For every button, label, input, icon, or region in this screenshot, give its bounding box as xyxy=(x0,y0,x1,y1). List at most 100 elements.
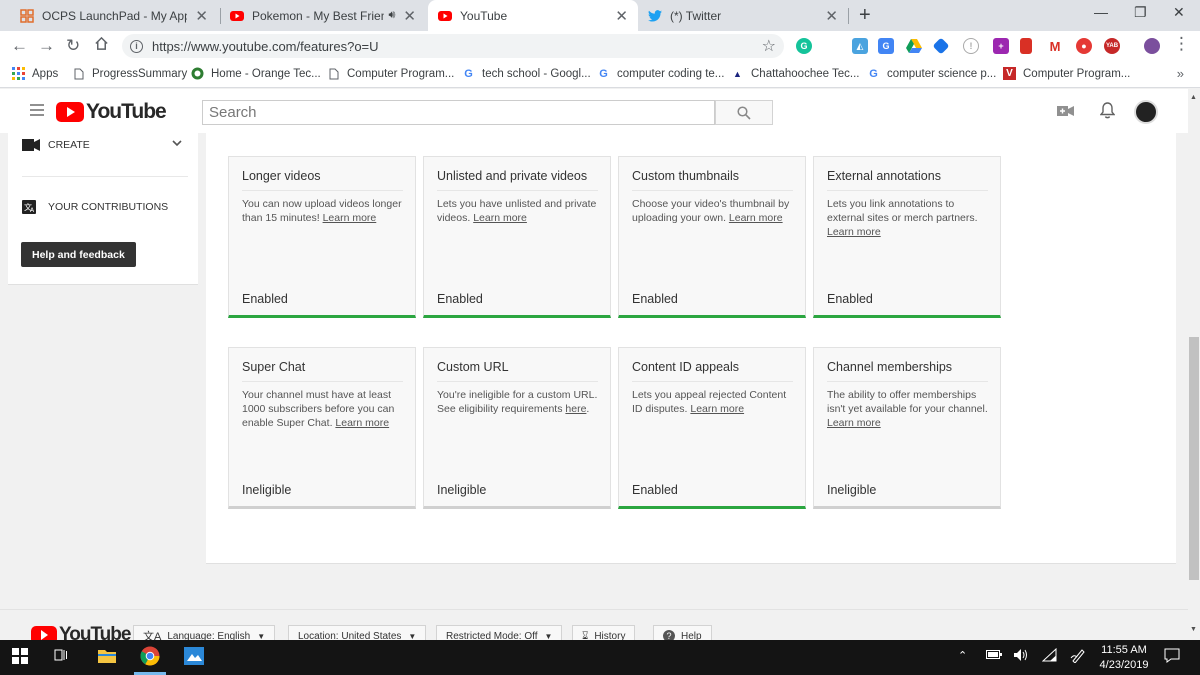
bookmark-tech-school[interactable]: G tech school - Googl... xyxy=(462,67,590,80)
guide-menu-icon[interactable] xyxy=(30,104,44,119)
youtube-logo[interactable]: YouTube xyxy=(56,100,167,124)
location-picker-button[interactable]: Location: United States ▼ xyxy=(288,625,427,640)
tab-youtube[interactable]: YouTube ✕ xyxy=(428,0,638,31)
footer-youtube-logo[interactable]: YouTube xyxy=(31,624,131,640)
learn-more-link[interactable]: Learn more xyxy=(827,226,881,238)
bookmark-home-orange-tech[interactable]: Home - Orange Tec... xyxy=(191,67,321,80)
search-button[interactable] xyxy=(715,100,773,125)
wifi-icon[interactable] xyxy=(1042,648,1058,662)
chevron-down-icon[interactable] xyxy=(172,139,182,150)
youtube-favicon-icon xyxy=(230,9,244,23)
tab-pokemon[interactable]: Pokemon - My Best Friends ( 🔊︎ ✕ xyxy=(220,0,426,31)
site-info-icon[interactable]: i xyxy=(130,39,143,53)
sidebar-item-create[interactable]: CREATE xyxy=(22,139,90,151)
action-center-icon[interactable] xyxy=(1164,648,1180,663)
minimize-icon[interactable]: — xyxy=(1094,4,1108,20)
new-tab-button[interactable]: + xyxy=(859,4,871,27)
bookmark-computer-coding[interactable]: G computer coding te... xyxy=(597,67,724,80)
file-explorer-icon[interactable] xyxy=(98,648,116,663)
extension-icon[interactable]: + xyxy=(993,38,1009,54)
menu-kebab-icon[interactable]: ⋮ xyxy=(1173,34,1190,54)
learn-more-link[interactable]: Learn more xyxy=(323,212,377,224)
extension-icon[interactable]: ◭ xyxy=(852,38,868,54)
feature-description: Lets you appeal rejected Content ID disp… xyxy=(632,388,798,416)
help-and-feedback-button[interactable]: Help and feedback xyxy=(21,242,136,267)
page-scrollbar[interactable]: ▲ ▼ xyxy=(1188,89,1200,639)
home-icon[interactable] xyxy=(94,36,109,56)
task-view-icon[interactable] xyxy=(54,648,68,662)
profile-avatar-icon[interactable] xyxy=(1144,38,1160,54)
system-clock[interactable]: 11:55 AM 4/23/2019 xyxy=(1096,643,1152,673)
help-button[interactable]: ? Help xyxy=(653,625,712,640)
tab-ocps-launchpad[interactable]: OCPS LaunchPad - My Apps ✕ xyxy=(10,0,218,31)
address-bar[interactable]: i https://www.youtube.com/features?o=U ☆ xyxy=(122,34,784,58)
scrollbar-thumb[interactable] xyxy=(1189,337,1199,580)
tab-twitter[interactable]: (*) Twitter ✕ xyxy=(638,0,848,31)
bookmark-computer-science[interactable]: G computer science p... xyxy=(867,67,996,80)
learn-more-link[interactable]: Learn more xyxy=(827,417,881,429)
learn-more-link[interactable]: Learn more xyxy=(473,212,527,224)
hourglass-icon: ⌛︎ xyxy=(582,630,589,641)
battery-icon[interactable] xyxy=(986,650,1002,659)
close-tab-icon[interactable]: ✕ xyxy=(615,7,628,25)
forward-arrow-icon[interactable]: → xyxy=(38,36,55,56)
feature-description: You can now upload videos longer than 15… xyxy=(242,197,408,225)
bookmark-label: Computer Program... xyxy=(1023,67,1131,80)
extension-icon[interactable] xyxy=(932,37,950,55)
scroll-down-icon[interactable]: ▼ xyxy=(1190,626,1197,633)
extension-icon[interactable]: YAB xyxy=(1104,38,1120,54)
drive-extension-icon[interactable] xyxy=(906,38,922,54)
windows-start-icon[interactable] xyxy=(12,648,28,664)
youtube-play-icon xyxy=(56,102,84,122)
reload-icon[interactable]: ↻ xyxy=(66,36,80,56)
chrome-taskbar-icon[interactable] xyxy=(140,646,160,666)
sidebar-item-contributions[interactable]: 文A YOUR CONTRIBUTIONS xyxy=(22,200,168,214)
bookmarks-overflow-icon[interactable]: » xyxy=(1177,66,1184,81)
feature-status: Enabled xyxy=(632,483,678,497)
pen-ink-icon[interactable] xyxy=(1070,648,1086,663)
bookmark-apps[interactable]: Apps xyxy=(12,67,58,80)
pokeball-extension-icon[interactable]: ● xyxy=(1076,38,1092,54)
translate-extension-icon[interactable]: G xyxy=(878,38,894,54)
learn-more-link[interactable]: Learn more xyxy=(729,212,783,224)
close-tab-icon[interactable]: ✕ xyxy=(825,7,838,25)
bookmark-computer-program-v[interactable]: V Computer Program... xyxy=(1003,67,1130,80)
restore-icon[interactable]: ❐ xyxy=(1134,4,1147,21)
feature-title: Custom URL xyxy=(437,360,509,374)
gmail-extension-icon[interactable]: M xyxy=(1047,38,1063,54)
notifications-bell-icon[interactable] xyxy=(1099,102,1116,122)
feature-description-text: Lets you link annotations to external si… xyxy=(827,198,978,224)
learn-more-link[interactable]: here xyxy=(565,403,586,415)
search-input[interactable]: Search xyxy=(202,100,715,125)
close-tab-icon[interactable]: ✕ xyxy=(195,7,208,25)
tab-title: Pokemon - My Best Friends ( xyxy=(252,8,385,23)
language-picker-button[interactable]: 文A Language: English ▼ xyxy=(133,625,276,640)
show-hidden-icons-icon[interactable]: ⌃ xyxy=(958,649,967,662)
feature-status: Enabled xyxy=(827,292,873,306)
account-avatar[interactable] xyxy=(1134,100,1158,124)
create-video-icon[interactable] xyxy=(1057,105,1074,120)
feature-description: The ability to offer memberships isn't y… xyxy=(827,388,993,430)
speaker-icon[interactable]: 🔊︎ xyxy=(388,9,395,22)
grammarly-extension-icon[interactable]: G xyxy=(796,38,812,54)
restricted-mode-button[interactable]: Restricted Mode: Off ▼ xyxy=(436,625,563,640)
bookmark-chattahoochee[interactable]: ▲ Chattahoochee Tec... xyxy=(731,67,859,80)
bookmark-star-icon[interactable]: ☆ xyxy=(762,36,776,56)
learn-more-link[interactable]: Learn more xyxy=(690,403,744,415)
youtube-play-icon xyxy=(31,626,57,640)
volume-icon[interactable] xyxy=(1013,648,1029,662)
back-arrow-icon[interactable]: ← xyxy=(11,36,28,56)
feature-title: External annotations xyxy=(827,169,941,183)
bookmark-computer-program[interactable]: Computer Program... xyxy=(327,67,454,80)
learn-more-link[interactable]: Learn more xyxy=(335,417,389,429)
extension-icon[interactable]: ! xyxy=(963,38,979,54)
history-button[interactable]: ⌛︎ History xyxy=(572,625,636,641)
close-window-icon[interactable]: ✕ xyxy=(1173,4,1185,21)
feature-description: Choose your video's thumbnail by uploadi… xyxy=(632,197,798,225)
extension-icon[interactable] xyxy=(1020,38,1032,54)
bookmark-progresssummary[interactable]: ProgressSummary xyxy=(72,67,187,80)
photos-app-icon[interactable] xyxy=(184,647,204,665)
scroll-up-icon[interactable]: ▲ xyxy=(1190,94,1197,101)
feature-divider xyxy=(437,381,598,382)
close-tab-icon[interactable]: ✕ xyxy=(403,7,416,25)
